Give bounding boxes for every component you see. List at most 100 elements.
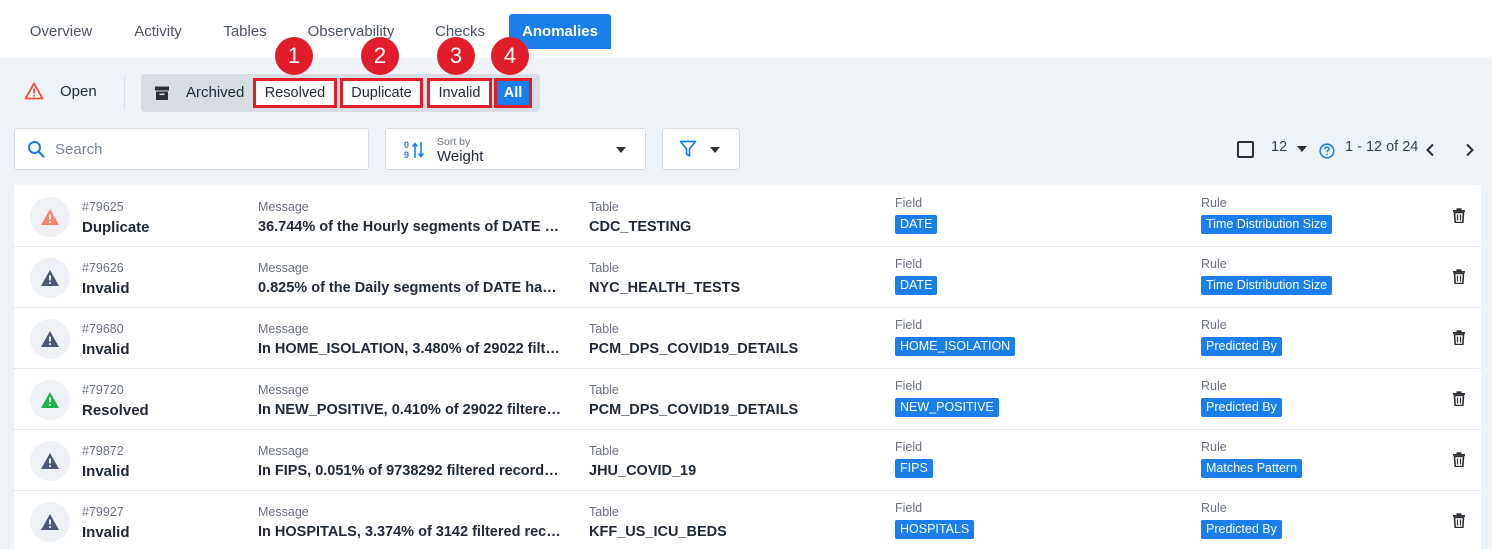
svg-text:9: 9 (404, 150, 409, 160)
table-caption: Table (589, 505, 619, 519)
tab-overview[interactable]: Overview (14, 14, 108, 49)
rule-chip: Time Distribution Size (1201, 215, 1332, 234)
trash-icon[interactable] (1452, 452, 1466, 467)
table-caption: Table (589, 444, 619, 458)
anomaly-status: Invalid (82, 280, 130, 297)
status-resolved-button[interactable]: Resolved (253, 78, 337, 108)
annotation-badge-3: 3 (437, 37, 475, 75)
field-chip: HOME_ISOLATION (895, 337, 1016, 356)
anomaly-status: Invalid (82, 463, 130, 480)
trash-icon[interactable] (1452, 391, 1466, 406)
warning-icon (41, 331, 59, 347)
sort-caption: Sort by (437, 136, 471, 148)
field-chip: DATE (895, 276, 938, 295)
table-caption: Table (589, 200, 619, 214)
help-icon[interactable] (1319, 143, 1335, 159)
filter-button[interactable] (662, 128, 740, 170)
field-chip: DATE (895, 215, 938, 234)
message-caption: Message (258, 261, 309, 275)
rule-chip: Predicted By (1201, 337, 1282, 356)
anomaly-id: #79680 (82, 322, 124, 336)
chevron-right-icon[interactable] (1465, 143, 1475, 157)
anomaly-id: #79872 (82, 444, 124, 458)
trash-icon[interactable] (1452, 208, 1466, 223)
status-avatar (30, 319, 70, 359)
message-caption: Message (258, 444, 309, 458)
anomaly-row[interactable]: #79625 Duplicate Message 36.744% of the … (14, 186, 1481, 247)
rule-chip: Predicted By (1201, 520, 1282, 539)
rule-chip: Matches Pattern (1201, 459, 1303, 478)
trash-icon[interactable] (1452, 513, 1466, 528)
annotation-badge-4: 4 (491, 37, 529, 75)
tab-activity[interactable]: Activity (118, 14, 198, 49)
anomaly-status: Duplicate (82, 219, 150, 236)
anomaly-message: 0.825% of the Daily segments of DATE hav… (258, 280, 564, 296)
anomaly-id: #79927 (82, 505, 124, 519)
anomaly-id: #79720 (82, 383, 124, 397)
anomaly-row[interactable]: #79680 Invalid Message In HOME_ISOLATION… (14, 308, 1481, 369)
field-caption: Field (895, 257, 923, 271)
warning-icon (41, 392, 59, 408)
tab-tables[interactable]: Tables (208, 14, 282, 49)
field-chip: HOSPITALS (895, 520, 975, 539)
anomaly-row[interactable]: #79626 Invalid Message 0.825% of the Dai… (14, 247, 1481, 308)
status-avatar (30, 441, 70, 481)
anomaly-table: PCM_DPS_COVID19_DETAILS (589, 341, 799, 357)
search-input[interactable] (55, 140, 345, 158)
status-avatar (30, 197, 70, 237)
warning-icon (24, 82, 44, 100)
annotation-badge-2: 2 (361, 37, 399, 75)
anomaly-table: CDC_TESTING (589, 219, 692, 235)
field-chip: FIPS (895, 459, 933, 478)
rule-chip: Predicted By (1201, 398, 1282, 417)
rule-caption: Rule (1201, 440, 1227, 454)
status-invalid-button[interactable]: Invalid (427, 78, 492, 108)
anomaly-status: Resolved (82, 402, 149, 419)
status-avatar (30, 258, 70, 298)
status-avatar (30, 502, 70, 542)
svg-text:0: 0 (404, 140, 409, 150)
rule-caption: Rule (1201, 196, 1227, 210)
caret-down-icon (616, 147, 626, 153)
search-icon (28, 141, 45, 158)
message-caption: Message (258, 200, 309, 214)
status-archived-button[interactable]: Archived (154, 84, 244, 101)
rule-caption: Rule (1201, 318, 1227, 332)
chevron-left-icon[interactable] (1425, 143, 1435, 157)
anomaly-id: #79626 (82, 261, 124, 275)
warning-icon (41, 514, 59, 530)
sort-dropdown[interactable]: 0 9 Sort by Weight (385, 128, 646, 170)
archive-icon (155, 86, 169, 100)
status-duplicate-button[interactable]: Duplicate (340, 78, 423, 108)
anomaly-id: #79625 (82, 200, 124, 214)
page-size-dropdown[interactable]: 12 (1271, 139, 1307, 155)
field-caption: Field (895, 440, 923, 454)
anomaly-table: NYC_HEALTH_TESTS (589, 280, 741, 296)
rule-caption: Rule (1201, 257, 1227, 271)
anomaly-message: In HOME_ISOLATION, 3.480% of 29022 filte… (258, 341, 564, 357)
trash-icon[interactable] (1452, 269, 1466, 284)
table-caption: Table (589, 383, 619, 397)
filter-icon (679, 140, 697, 157)
field-caption: Field (895, 196, 923, 210)
anomaly-message: In NEW_POSITIVE, 0.410% of 29022 filtere… (258, 402, 564, 418)
caret-down-icon (710, 147, 720, 153)
anomaly-row[interactable]: #79720 Resolved Message In NEW_POSITIVE,… (14, 369, 1481, 430)
status-open-button[interactable]: Open (24, 82, 97, 100)
anomaly-row[interactable]: #79927 Invalid Message In HOSPITALS, 3.3… (14, 491, 1481, 549)
status-all-button[interactable]: All (494, 78, 532, 108)
anomaly-table: PCM_DPS_COVID19_DETAILS (589, 402, 799, 418)
tab-bar: Overview Activity Tables Observability C… (0, 0, 1492, 58)
status-open-label: Open (60, 82, 97, 100)
table-caption: Table (589, 261, 619, 275)
field-caption: Field (895, 501, 923, 515)
sort-numeric-icon: 0 9 (404, 140, 425, 160)
sort-value: Weight (437, 148, 484, 165)
anomaly-row[interactable]: #79872 Invalid Message In FIPS, 0.051% o… (14, 430, 1481, 491)
anomaly-status: Invalid (82, 341, 130, 358)
trash-icon[interactable] (1452, 330, 1466, 345)
search-box (14, 128, 369, 170)
page-size-value: 12 (1271, 139, 1288, 155)
select-all-checkbox[interactable] (1237, 141, 1254, 158)
rule-caption: Rule (1201, 501, 1227, 515)
